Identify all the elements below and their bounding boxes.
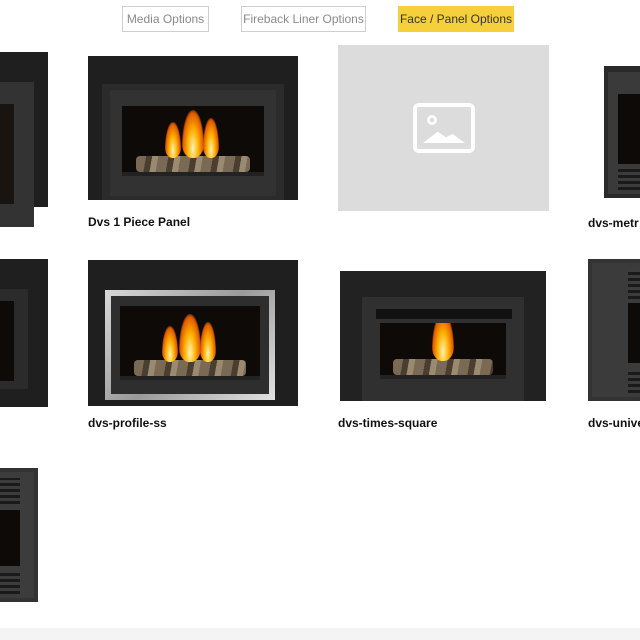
page-footer-edge	[0, 628, 640, 640]
product-image-placeholder	[338, 45, 549, 211]
product-image	[588, 259, 640, 401]
product-label: Dvs 1 Piece Panel	[88, 215, 191, 229]
product-image	[340, 271, 546, 401]
product-card[interactable]	[0, 259, 48, 407]
product-card[interactable]: dvs-unive	[588, 259, 640, 435]
product-card[interactable]: Dvs 1 Piece Panel	[88, 56, 300, 231]
tab-face-panel-options[interactable]: Face / Panel Options	[398, 6, 514, 32]
image-placeholder-icon	[413, 103, 475, 153]
product-card[interactable]: dvs-profile-ss	[88, 260, 300, 435]
product-label: dvs-unive	[588, 416, 640, 430]
product-card[interactable]: dvs-metr	[588, 66, 640, 236]
product-card[interactable]	[0, 52, 48, 227]
tab-fireback-liner-options[interactable]: Fireback Liner Options	[241, 6, 366, 32]
product-image	[88, 56, 298, 200]
product-card[interactable]: dvs-times-square	[338, 271, 550, 435]
product-label: dvs-metr	[588, 216, 639, 230]
product-label: dvs-profile-ss	[88, 416, 167, 430]
product-card[interactable]	[0, 468, 38, 602]
product-image	[0, 259, 48, 407]
tab-media-options[interactable]: Media Options	[122, 6, 209, 32]
product-image	[88, 260, 298, 406]
product-image	[0, 52, 48, 227]
product-card[interactable]	[338, 45, 549, 211]
product-image	[604, 66, 640, 198]
product-label: dvs-times-square	[338, 416, 438, 430]
product-image	[0, 468, 38, 602]
